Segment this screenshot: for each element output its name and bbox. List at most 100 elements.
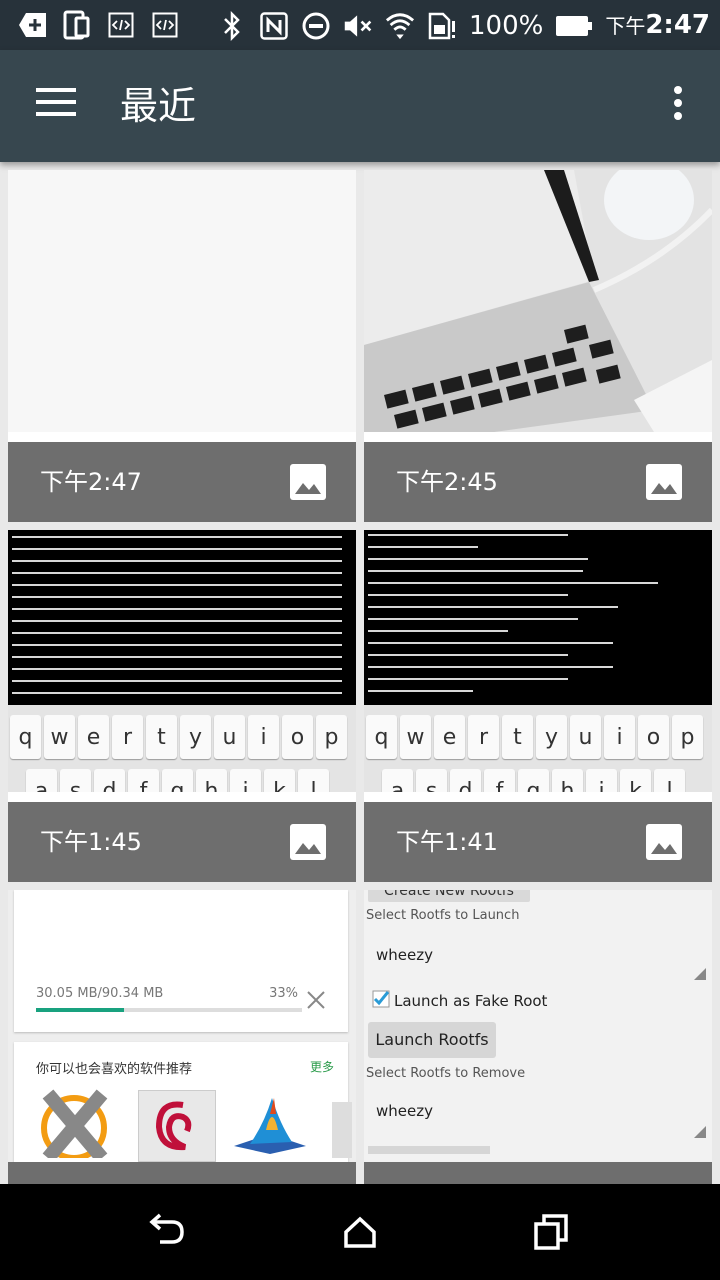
key: p: [672, 715, 703, 759]
checkbox-icon: [372, 990, 390, 1008]
phone-tablet-icon: [62, 10, 92, 40]
key: e: [78, 715, 109, 759]
key: w: [44, 715, 75, 759]
key: u: [214, 715, 245, 759]
remove-select-value: wheezy: [376, 1102, 433, 1120]
file-card[interactable]: q w e r t y u i o p a s d f g h j k l 下午…: [8, 530, 356, 882]
file-card[interactable]: 下午2:45: [364, 170, 712, 522]
file-time: 下午2:47: [40, 468, 142, 496]
code-icon: [150, 10, 180, 40]
debian-icon: [138, 1090, 216, 1162]
mute-icon: [343, 11, 373, 41]
file-time: 下午1:41: [396, 828, 498, 856]
key: o: [638, 715, 669, 759]
file-caption: 下午1:45: [8, 802, 356, 882]
code-icon: [106, 10, 136, 40]
terminal-preview: [8, 530, 356, 705]
key: r: [112, 715, 143, 759]
do-not-disturb-icon: [301, 11, 331, 41]
key: t: [146, 715, 177, 759]
image-icon: [290, 824, 326, 860]
partial-button: [368, 1146, 490, 1154]
key: r: [468, 715, 499, 759]
file-card[interactable]: 下午2:47: [8, 170, 356, 522]
bluetooth-icon: [217, 10, 247, 41]
app-icon-partial: [332, 1102, 352, 1158]
clock: 下午2:47: [605, 10, 710, 40]
key: e: [434, 715, 465, 759]
fake-root-label: Launch as Fake Root: [394, 992, 548, 1010]
keyboard-preview: q w e r t y u i o p a s d f g h j k l: [8, 705, 356, 792]
file-caption: [364, 1162, 712, 1184]
status-bar: 100% 下午2:47: [0, 0, 720, 50]
key: f: [484, 769, 515, 792]
file-caption: 下午2:45: [364, 442, 712, 522]
navigation-bar: [0, 1184, 720, 1280]
battery-percent: 100%: [468, 10, 544, 41]
close-icon: [307, 991, 325, 1009]
key: w: [400, 715, 431, 759]
remove-label: Select Rootfs to Remove: [366, 1066, 526, 1081]
terminal-preview: [364, 530, 712, 705]
image-icon: [646, 824, 682, 860]
dropdown-icon: [694, 968, 706, 980]
download-progress-bar: [36, 1008, 302, 1012]
key: g: [518, 769, 549, 792]
thumbnail-laptop-photo: [364, 170, 712, 432]
key: d: [94, 769, 125, 792]
more-options-icon[interactable]: [670, 86, 686, 126]
back-icon[interactable]: [148, 1212, 188, 1252]
key: s: [416, 769, 447, 792]
file-time: 下午1:45: [40, 828, 142, 856]
download-panel: 30.05 MB/90.34 MB 33%: [14, 890, 348, 1032]
key: t: [502, 715, 533, 759]
image-icon: [646, 464, 682, 500]
battery-icon: [555, 11, 593, 41]
download-progress-text: 30.05 MB/90.34 MB: [36, 986, 164, 1001]
file-caption: 下午2:47: [8, 442, 356, 522]
key: j: [230, 769, 261, 792]
recent-files-grid: 下午2:47 下午2:45 q w e r t y u i o p a s d …: [0, 170, 720, 1184]
nfc-icon: [259, 11, 289, 41]
key: d: [450, 769, 481, 792]
x-logo-icon: [41, 1089, 108, 1158]
key: a: [26, 769, 57, 792]
key: f: [128, 769, 159, 792]
recent-apps-icon[interactable]: [532, 1212, 572, 1252]
key: i: [604, 715, 635, 759]
file-card[interactable]: q w e r t y u i o p a s d f g h j k l 下午…: [364, 530, 712, 882]
keyboard-preview: q w e r t y u i o p a s d f g h j k l: [364, 705, 712, 792]
file-caption: 下午1:41: [364, 802, 712, 882]
key: h: [196, 769, 227, 792]
key: l: [298, 769, 329, 792]
key: i: [248, 715, 279, 759]
key: y: [180, 715, 211, 759]
recommendation-more-link: 更多: [309, 1060, 334, 1074]
recommendation-title: 你可以也会喜欢的软件推荐: [36, 1062, 193, 1077]
key: q: [10, 715, 41, 759]
add-icon: [18, 10, 48, 40]
key: l: [654, 769, 685, 792]
thumbnail-terminal-screenshot: q w e r t y u i o p a s d f g h j k l: [364, 530, 712, 792]
key: k: [620, 769, 651, 792]
hamburger-menu-icon[interactable]: [36, 88, 76, 124]
key: u: [570, 715, 601, 759]
home-icon[interactable]: [340, 1212, 380, 1252]
key: h: [552, 769, 583, 792]
key: g: [162, 769, 193, 792]
download-progress-fill: [36, 1008, 124, 1012]
thumbnail-blank: [8, 170, 356, 432]
page-title: 最近: [120, 84, 197, 128]
key: o: [282, 715, 313, 759]
file-caption: [8, 1162, 356, 1184]
key: p: [316, 715, 347, 759]
app-bar: 最近: [0, 50, 720, 162]
file-time: 下午2:45: [396, 468, 498, 496]
file-card[interactable]: Create New Rootfs Select Rootfs to Launc…: [364, 890, 712, 1184]
key: s: [60, 769, 91, 792]
download-percent: 33%: [269, 986, 298, 1001]
launch-select-value: wheezy: [376, 946, 433, 964]
thumbnail-terminal-screenshot: q w e r t y u i o p a s d f g h j k l: [8, 530, 356, 792]
file-card[interactable]: 30.05 MB/90.34 MB 33% 你可以也会喜欢的软件推荐 更多: [8, 890, 356, 1184]
sim-alert-icon: [427, 11, 457, 41]
